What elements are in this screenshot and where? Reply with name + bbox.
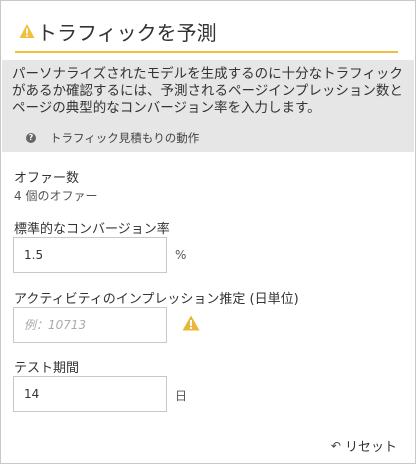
traffic-forecast-panel: トラフィックを予測 パーソナライズされたモデルを生成するのに十分なトラフィックが… — [0, 0, 416, 464]
reset-button[interactable]: ↶ リセット — [330, 436, 397, 456]
question-icon: ? — [26, 133, 36, 143]
impressions-label: アクティビティのインプレッション推定 (日単位) — [14, 292, 299, 307]
conversion-rate-unit: % — [175, 248, 187, 262]
offer-count-label: オファー数 — [14, 171, 80, 186]
conversion-rate-input[interactable] — [13, 237, 167, 273]
undo-icon: ↶ — [330, 438, 341, 453]
help-link-label: トラフィック見積もりの動作 — [50, 131, 200, 145]
reset-label: リセット — [344, 440, 397, 455]
offer-count-value: 4 個のオファー — [14, 189, 98, 203]
test-duration-label: テスト期間 — [14, 361, 80, 376]
panel-header: トラフィックを予測 — [15, 11, 398, 53]
test-duration-unit: 日 — [175, 389, 188, 403]
description-text: パーソナライズされたモデルを生成するのに十分なトラフィックがあるか確認するには、… — [12, 66, 403, 116]
conversion-rate-label: 標準的なコンバージョン率 — [14, 222, 170, 237]
traffic-estimate-help-link[interactable]: ? トラフィック見積もりの動作 — [12, 130, 199, 146]
info-section: パーソナライズされたモデルを生成するのに十分なトラフィックがあるか確認するには、… — [2, 60, 414, 152]
impressions-input[interactable] — [13, 307, 167, 343]
test-duration-input[interactable] — [13, 376, 167, 412]
warning-icon — [19, 24, 35, 38]
warning-icon — [182, 315, 200, 331]
panel-title: トラフィックを予測 — [37, 20, 217, 45]
